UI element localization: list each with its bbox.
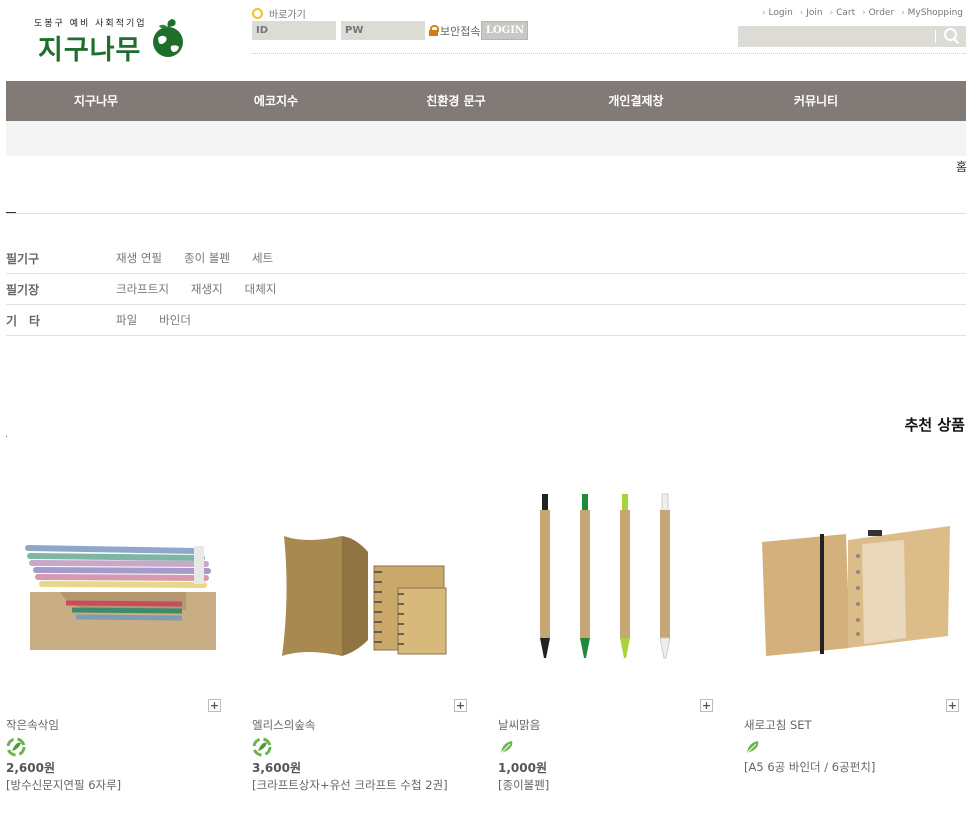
category-row-notebook: 필기장 크라프트지 재생지 대체지 — [6, 274, 966, 305]
login-form: 보안접속 LOGIN — [252, 21, 529, 40]
category-title: 기 타 — [6, 313, 41, 328]
category-link[interactable]: 파일 — [116, 312, 137, 328]
secure-login-toggle[interactable]: 보안접속 — [429, 23, 480, 39]
section-divider — [6, 213, 966, 214]
eco-leaf-icon — [500, 741, 513, 754]
product-image-binder-set[interactable] — [744, 460, 959, 690]
product-price: 3,600원 — [252, 761, 301, 775]
product-desc: [방수신문지연필 6자루] — [6, 778, 122, 792]
spacer-dot — [6, 436, 7, 437]
category-row-writing: 필기구 재생 연필 종이 볼펜 세트 — [6, 243, 966, 274]
add-to-cart-button[interactable]: + — [454, 699, 467, 712]
util-link-join[interactable]: Join — [800, 8, 822, 18]
product-image-paper-pens[interactable] — [498, 460, 713, 690]
password-input[interactable] — [341, 21, 425, 40]
product-name[interactable]: 엘리스의숲속 — [252, 717, 315, 733]
search-icon[interactable] — [944, 28, 960, 44]
globe-tree-icon — [153, 19, 183, 57]
util-link-myshopping[interactable]: MyShopping — [901, 8, 963, 18]
sub-menu-bar — [6, 121, 966, 156]
secure-login-label: 보안접속 — [440, 24, 481, 38]
nav-item-eco-index[interactable]: 에코지수 — [186, 81, 366, 121]
quick-go-label: 바로가기 — [269, 10, 306, 21]
category-link[interactable]: 재생 연필 — [116, 250, 162, 266]
eco-leaf-icon — [252, 737, 272, 757]
site-logo[interactable]: 도봉구 예비 사회적기업 지구나무 — [32, 14, 192, 66]
header-divider — [252, 53, 966, 54]
search-divider — [935, 30, 936, 43]
add-to-cart-button[interactable]: + — [700, 699, 713, 712]
breadcrumb-home[interactable]: 홈 — [956, 158, 967, 175]
main-nav: 지구나무 에코지수 친환경 문구 개인결제창 커뮤니티 — [6, 81, 966, 121]
util-link-cart[interactable]: Cart — [830, 8, 855, 18]
category-row-etc: 기 타 파일 바인더 — [6, 305, 966, 336]
product-desc: [크라프트상자+유선 크라프트 수첩 2권] — [252, 778, 448, 792]
category-link[interactable]: 세트 — [252, 250, 273, 266]
category-link[interactable]: 종이 볼펜 — [184, 250, 230, 266]
logo-title: 지구나무 — [38, 35, 142, 66]
add-to-cart-button[interactable]: + — [208, 699, 221, 712]
product-name[interactable]: 작은속삭임 — [6, 717, 59, 733]
nav-item-community[interactable]: 커뮤니티 — [726, 81, 906, 121]
eco-leaf-icon — [746, 741, 759, 754]
product-name[interactable]: 날씨맑음 — [498, 717, 540, 733]
utility-nav: Login Join Cart Order MyShopping — [762, 8, 964, 18]
category-link[interactable]: 대체지 — [245, 281, 277, 297]
circle-icon — [252, 8, 263, 19]
category-link[interactable]: 바인더 — [159, 312, 191, 328]
eco-leaf-icon — [6, 737, 26, 757]
product-image-pencils[interactable] — [6, 460, 221, 690]
product-price: 2,600원 — [6, 761, 55, 775]
search-input[interactable] — [738, 26, 966, 47]
quick-go[interactable]: 바로가기 — [252, 6, 306, 21]
product-card: + 엘리스의숲속 3,600원 [크라프트상자+유선 크라프트 수첩 2권] — [252, 460, 467, 792]
category-link[interactable]: 재생지 — [191, 281, 223, 297]
recommended-title: 추천 상품 — [904, 416, 965, 434]
product-card: + 날씨맑음 1,000원 [종이볼펜] — [498, 460, 713, 792]
lock-icon — [429, 25, 439, 36]
nav-item-jigunamu[interactable]: 지구나무 — [6, 81, 186, 121]
product-card: + 새로고침 SET [A5 6공 바인더 / 6공펀치] — [744, 460, 959, 774]
product-card: + 작은속삭임 2,600원 [방수신문지연필 6자루] — [6, 460, 221, 792]
login-button[interactable]: LOGIN — [481, 21, 529, 40]
product-price: 1,000원 — [498, 761, 547, 775]
id-input[interactable] — [252, 21, 336, 40]
category-title: 필기장 — [6, 282, 40, 297]
nav-item-personal-payment[interactable]: 개인결제창 — [546, 81, 726, 121]
product-name[interactable]: 새로고침 SET — [744, 717, 812, 733]
category-title: 필기구 — [6, 251, 40, 266]
category-link[interactable]: 크라프트지 — [116, 281, 169, 297]
nav-item-eco-stationery[interactable]: 친환경 문구 — [366, 81, 546, 121]
util-link-order[interactable]: Order — [862, 8, 895, 18]
product-image-kraft-box[interactable] — [252, 460, 467, 690]
product-desc: [종이볼펜] — [498, 778, 550, 792]
add-to-cart-button[interactable]: + — [946, 699, 959, 712]
util-link-login[interactable]: Login — [762, 8, 793, 18]
product-desc: [A5 6공 바인더 / 6공펀치] — [744, 760, 876, 774]
